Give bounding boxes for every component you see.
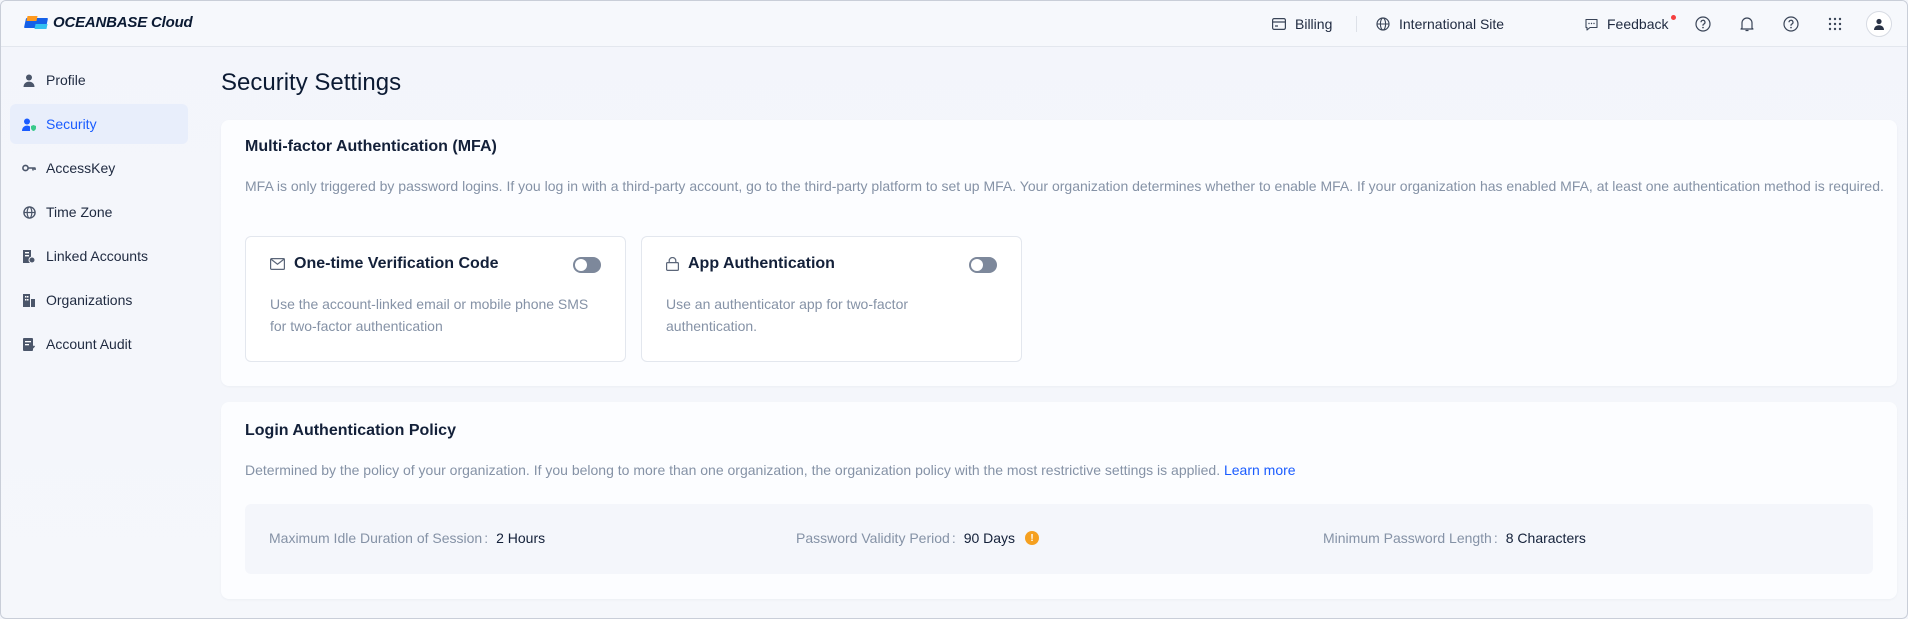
- logo-text: OCEANBASE Cloud: [53, 14, 193, 31]
- sidebar-item-label: Time Zone: [46, 204, 113, 220]
- policy-label: Password Validity Period: [796, 530, 950, 546]
- audit-icon: [22, 337, 36, 351]
- mail-icon: [270, 258, 285, 270]
- logo[interactable]: OCEANBASE Cloud: [23, 14, 193, 31]
- app-window: OCEANBASE Cloud Billing International Si…: [0, 0, 1908, 619]
- user-avatar[interactable]: [1866, 11, 1892, 37]
- policy-min-password-length: Minimum Password Length : 8 Characters: [1323, 530, 1586, 546]
- feedback-notification-dot: [1671, 15, 1676, 20]
- sidebar-item-accesskey[interactable]: AccessKey: [10, 148, 188, 188]
- policy-value: 90 Days: [963, 530, 1016, 546]
- verification-code-toggle[interactable]: [573, 257, 601, 273]
- policy-value: 2 Hours: [496, 530, 546, 546]
- globe-icon: [22, 205, 36, 219]
- policy-colon: :: [484, 530, 489, 546]
- sidebar-item-time-zone[interactable]: Time Zone: [10, 192, 188, 232]
- user-icon: [22, 73, 36, 87]
- policy-summary: Maximum Idle Duration of Session : 2 Hou…: [245, 504, 1873, 574]
- mfa-description: MFA is only triggered by password logins…: [245, 178, 1884, 194]
- mfa-card: Multi-factor Authentication (MFA) MFA is…: [221, 120, 1897, 386]
- international-site-label: International Site: [1399, 16, 1505, 32]
- sidebar: Profile Security AccessKey Time Zone Lin…: [1, 48, 197, 618]
- support-button[interactable]: [1780, 13, 1802, 35]
- apps-menu-button[interactable]: [1824, 13, 1846, 35]
- policy-label: Minimum Password Length: [1323, 530, 1492, 546]
- login-policy-description: Determined by the policy of your organiz…: [245, 459, 1296, 481]
- feedback-label: Feedback: [1607, 16, 1669, 32]
- sidebar-item-label: Profile: [46, 72, 86, 88]
- question-circle-icon: [1783, 16, 1799, 32]
- feedback-icon: [1585, 18, 1598, 31]
- app-authentication-toggle[interactable]: [969, 257, 997, 273]
- login-policy-card: Login Authentication Policy Determined b…: [221, 402, 1897, 599]
- policy-value: 8 Characters: [1505, 530, 1586, 546]
- user-icon: [1874, 18, 1884, 30]
- mfa-method-name: App Authentication: [688, 255, 835, 272]
- mfa-method-description: Use the account-linked email or mobile p…: [270, 296, 589, 334]
- sidebar-item-label: Organizations: [46, 292, 133, 308]
- policy-label: Maximum Idle Duration of Session: [269, 530, 483, 546]
- sidebar-item-account-audit[interactable]: Account Audit: [10, 324, 188, 364]
- notifications-button[interactable]: [1736, 13, 1758, 35]
- policy-idle-duration: Maximum Idle Duration of Session : 2 Hou…: [269, 530, 545, 546]
- mfa-method-verification-code: One-time Verification Code Use the accou…: [245, 236, 626, 362]
- sidebar-item-linked-accounts[interactable]: Linked Accounts: [10, 236, 188, 276]
- globe-icon: [1376, 17, 1390, 31]
- mfa-method-description: Use an authenticator app for two-factor …: [666, 296, 909, 334]
- policy-colon: :: [951, 530, 956, 546]
- sidebar-item-label: Account Audit: [46, 336, 132, 352]
- top-divider: [1356, 16, 1357, 32]
- sidebar-item-label: AccessKey: [46, 160, 116, 176]
- grid-apps-icon: [1828, 17, 1842, 31]
- sidebar-item-organizations[interactable]: Organizations: [10, 280, 188, 320]
- lock-icon: [666, 257, 679, 271]
- security-user-icon: [22, 117, 36, 131]
- help-button[interactable]: [1692, 13, 1714, 35]
- learn-more-link[interactable]: Learn more: [1224, 462, 1296, 478]
- login-policy-title: Login Authentication Policy: [245, 422, 456, 439]
- oceanbase-logo-icon: [23, 15, 49, 30]
- sidebar-item-profile[interactable]: Profile: [10, 60, 188, 100]
- key-icon: [22, 161, 36, 175]
- credit-card-icon: [1272, 18, 1286, 30]
- page-title: Security Settings: [221, 69, 402, 96]
- international-site-link[interactable]: International Site: [1376, 1, 1504, 47]
- top-bar: OCEANBASE Cloud Billing International Si…: [1, 1, 1907, 47]
- sidebar-item-label: Linked Accounts: [46, 248, 148, 264]
- login-policy-description-text: Determined by the policy of your organiz…: [245, 462, 1221, 478]
- feedback-button[interactable]: Feedback: [1585, 1, 1668, 47]
- mfa-title: Multi-factor Authentication (MFA): [245, 138, 497, 155]
- question-circle-icon: [1695, 16, 1711, 32]
- billing-link[interactable]: Billing: [1272, 1, 1332, 47]
- bell-icon: [1740, 17, 1754, 32]
- organization-icon: [22, 293, 36, 307]
- warning-icon[interactable]: !: [1025, 531, 1040, 545]
- sidebar-item-label: Security: [46, 116, 97, 132]
- policy-colon: :: [1493, 530, 1498, 546]
- mfa-method-app-authentication: App Authentication Use an authenticator …: [641, 236, 1022, 362]
- linked-accounts-icon: [22, 249, 36, 263]
- mfa-method-name: One-time Verification Code: [294, 255, 499, 272]
- sidebar-item-security[interactable]: Security: [10, 104, 188, 144]
- billing-label: Billing: [1295, 16, 1333, 32]
- policy-password-validity: Password Validity Period : 90 Days !: [796, 530, 1040, 546]
